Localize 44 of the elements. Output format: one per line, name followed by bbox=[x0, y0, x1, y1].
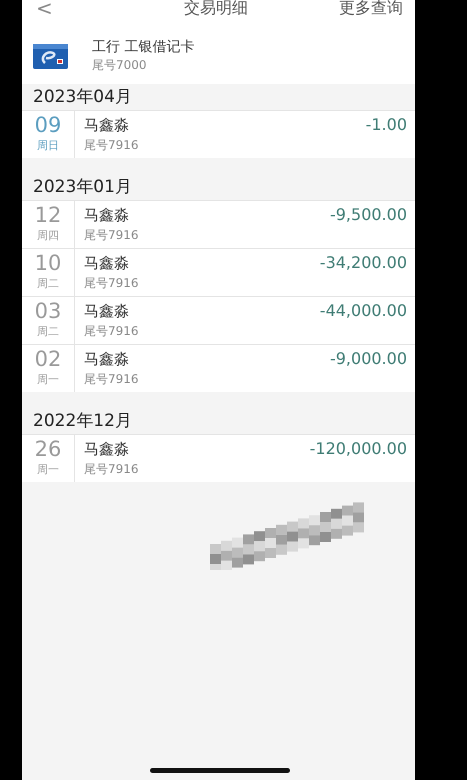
account-number: 尾号7916 bbox=[84, 461, 140, 478]
more-query-button[interactable]: 更多查询 bbox=[338, 0, 403, 16]
weekday: 周二 bbox=[37, 276, 59, 292]
day-number: 10 bbox=[34, 251, 62, 275]
amount: -9,000.00 bbox=[330, 348, 407, 370]
back-button[interactable]: < bbox=[36, 0, 53, 16]
account-number: 尾号7000 bbox=[92, 57, 148, 74]
day-number: 02 bbox=[34, 347, 62, 371]
month-header: 2023年01月 bbox=[32, 176, 133, 199]
account-name: 工行 工银借记卡 bbox=[92, 38, 194, 56]
weekday: 周二 bbox=[37, 324, 59, 340]
weekday: 周一 bbox=[37, 372, 59, 388]
amount: -120,000.00 bbox=[310, 438, 407, 460]
payee-name: 马鑫淼 bbox=[84, 301, 129, 322]
payee-name: 马鑫淼 bbox=[84, 349, 129, 370]
day-number: 03 bbox=[34, 299, 62, 323]
weekday: 周一 bbox=[37, 462, 59, 478]
payee-name: 马鑫淼 bbox=[84, 439, 129, 460]
transaction-row[interactable]: 26 周一 马鑫淼 -120,000.00 尾号7916 bbox=[22, 434, 415, 482]
payee-name: 马鑫淼 bbox=[84, 205, 129, 226]
account-number: 尾号7916 bbox=[84, 323, 140, 340]
day-number: 09 bbox=[34, 113, 62, 137]
day-number: 12 bbox=[34, 203, 62, 227]
transaction-row[interactable]: 10 周二 马鑫淼 -34,200.00 尾号7916 bbox=[22, 248, 415, 296]
weekday: 周日 bbox=[37, 138, 59, 154]
payee-name: 马鑫淼 bbox=[84, 253, 129, 274]
transaction-row[interactable]: 09 周日 马鑫淼 -1.00 尾号7916 bbox=[22, 110, 415, 158]
transaction-row[interactable]: 02 周一 马鑫淼 -9,000.00 尾号7916 bbox=[22, 344, 415, 392]
amount: -34,200.00 bbox=[320, 252, 407, 274]
amount: -44,000.00 bbox=[320, 300, 407, 322]
transaction-row[interactable]: 03 周二 马鑫淼 -44,000.00 尾号7916 bbox=[22, 296, 415, 344]
amount: -9,500.00 bbox=[330, 204, 407, 226]
account-number: 尾号7916 bbox=[84, 371, 140, 388]
weekday: 周四 bbox=[37, 228, 59, 244]
amount: -1.00 bbox=[366, 114, 407, 136]
month-header: 2022年12月 bbox=[32, 410, 133, 433]
account-number: 尾号7916 bbox=[84, 275, 140, 292]
day-number: 26 bbox=[34, 437, 62, 461]
bank-card-icon bbox=[33, 44, 68, 68]
account-number: 尾号7916 bbox=[84, 137, 140, 154]
account-number: 尾号7916 bbox=[84, 227, 140, 244]
month-header: 2023年04月 bbox=[32, 86, 133, 109]
transaction-row[interactable]: 12 周四 马鑫淼 -9,500.00 尾号7916 bbox=[22, 200, 415, 248]
payee-name: 马鑫淼 bbox=[84, 115, 129, 136]
